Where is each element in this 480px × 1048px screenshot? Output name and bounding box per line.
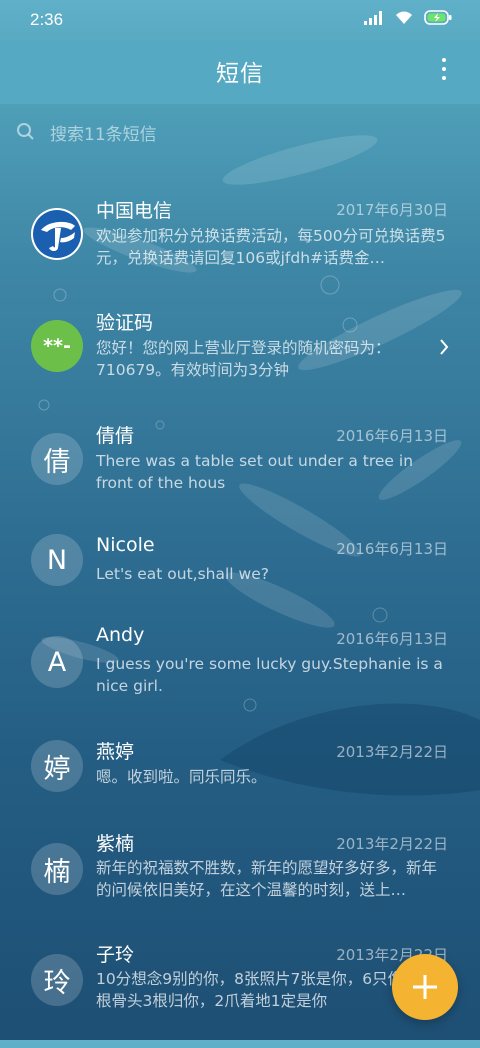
plus-icon [413, 975, 437, 999]
contact-name: 中国电信 [96, 200, 173, 222]
battery-charging-icon [424, 10, 452, 25]
contact-name: Andy [96, 624, 145, 646]
wifi-icon [396, 11, 412, 24]
app-header: 短信 [0, 40, 480, 104]
message-snippet: There was a table set out under a tree i… [96, 452, 414, 492]
conversation-item[interactable]: A Andy 2016年6月13日 I guess you're some lu… [0, 612, 480, 722]
search-bar[interactable]: 搜索11条短信 [16, 112, 464, 152]
message-date: 2016年6月13日 [336, 540, 448, 558]
contact-name: 子玲 [96, 944, 135, 966]
message-date: 2013年2月22日 [336, 743, 448, 761]
search-input[interactable]: 搜索11条短信 [50, 120, 157, 145]
more-options-icon[interactable] [440, 58, 448, 80]
conversation-item[interactable]: 楠 紫楠 2013年2月22日 新年的祝福数不胜数，新年的愿望好多好多，新年的问… [0, 825, 480, 935]
contact-name: 验证码 [96, 312, 154, 334]
search-icon [17, 123, 34, 140]
chevron-right-icon[interactable] [438, 337, 450, 357]
status-bar: 2:36 [0, 0, 480, 40]
message-snippet: 嗯。收到啦。同乐同乐。 [96, 768, 267, 786]
avatar: A [31, 636, 83, 688]
message-date: 2017年6月30日 [336, 201, 448, 219]
message-snippet: 您好！您的网上营业厅登录的随机密码为：710679。有效时间为3分钟 [96, 339, 391, 379]
conversation-item[interactable]: 倩 倩倩 2016年6月13日 There was a table set ou… [0, 408, 480, 518]
message-snippet: 新年的祝福数不胜数，新年的愿望好多好多，新年的问候依旧美好，在这个温馨的时刻，送… [96, 859, 438, 899]
avatar: 倩 [31, 433, 83, 485]
message-date: 2016年6月13日 [336, 427, 448, 445]
message-snippet: I guess you're some lucky guy.Stephanie … [96, 655, 443, 695]
china-telecom-logo-icon [31, 208, 83, 260]
page-title: 短信 [216, 61, 264, 87]
avatar: **- [31, 320, 83, 372]
message-snippet: Let's eat out,shall we? [96, 565, 269, 583]
contact-name: 倩倩 [96, 425, 135, 447]
avatar: N [31, 534, 83, 586]
conversation-item[interactable]: 中国电信 2017年6月30日 欢迎参加积分兑换话费活动，每500分可兑换话费5… [0, 180, 480, 290]
contact-name: Nicole [96, 534, 155, 556]
message-date: 2016年6月13日 [336, 630, 448, 648]
signal-icon [364, 10, 382, 25]
new-message-button[interactable] [392, 954, 458, 1020]
status-time: 2:36 [30, 10, 64, 29]
avatar: 玲 [31, 954, 83, 1006]
contact-name: 紫楠 [96, 833, 135, 855]
contact-name: 燕婷 [96, 741, 135, 763]
avatar: 婷 [31, 740, 83, 792]
message-date: 2013年2月22日 [336, 835, 448, 853]
conversation-item[interactable]: **- 验证码 您好！您的网上营业厅登录的随机密码为：710679。有效时间为3… [0, 295, 480, 405]
message-snippet: 欢迎参加积分兑换话费活动，每500分可兑换话费5元，兑换话费请回复106或jfd… [96, 227, 446, 267]
conversation-item[interactable]: 婷 燕婷 2013年2月22日 嗯。收到啦。同乐同乐。 [0, 726, 480, 836]
avatar: 楠 [31, 843, 83, 895]
